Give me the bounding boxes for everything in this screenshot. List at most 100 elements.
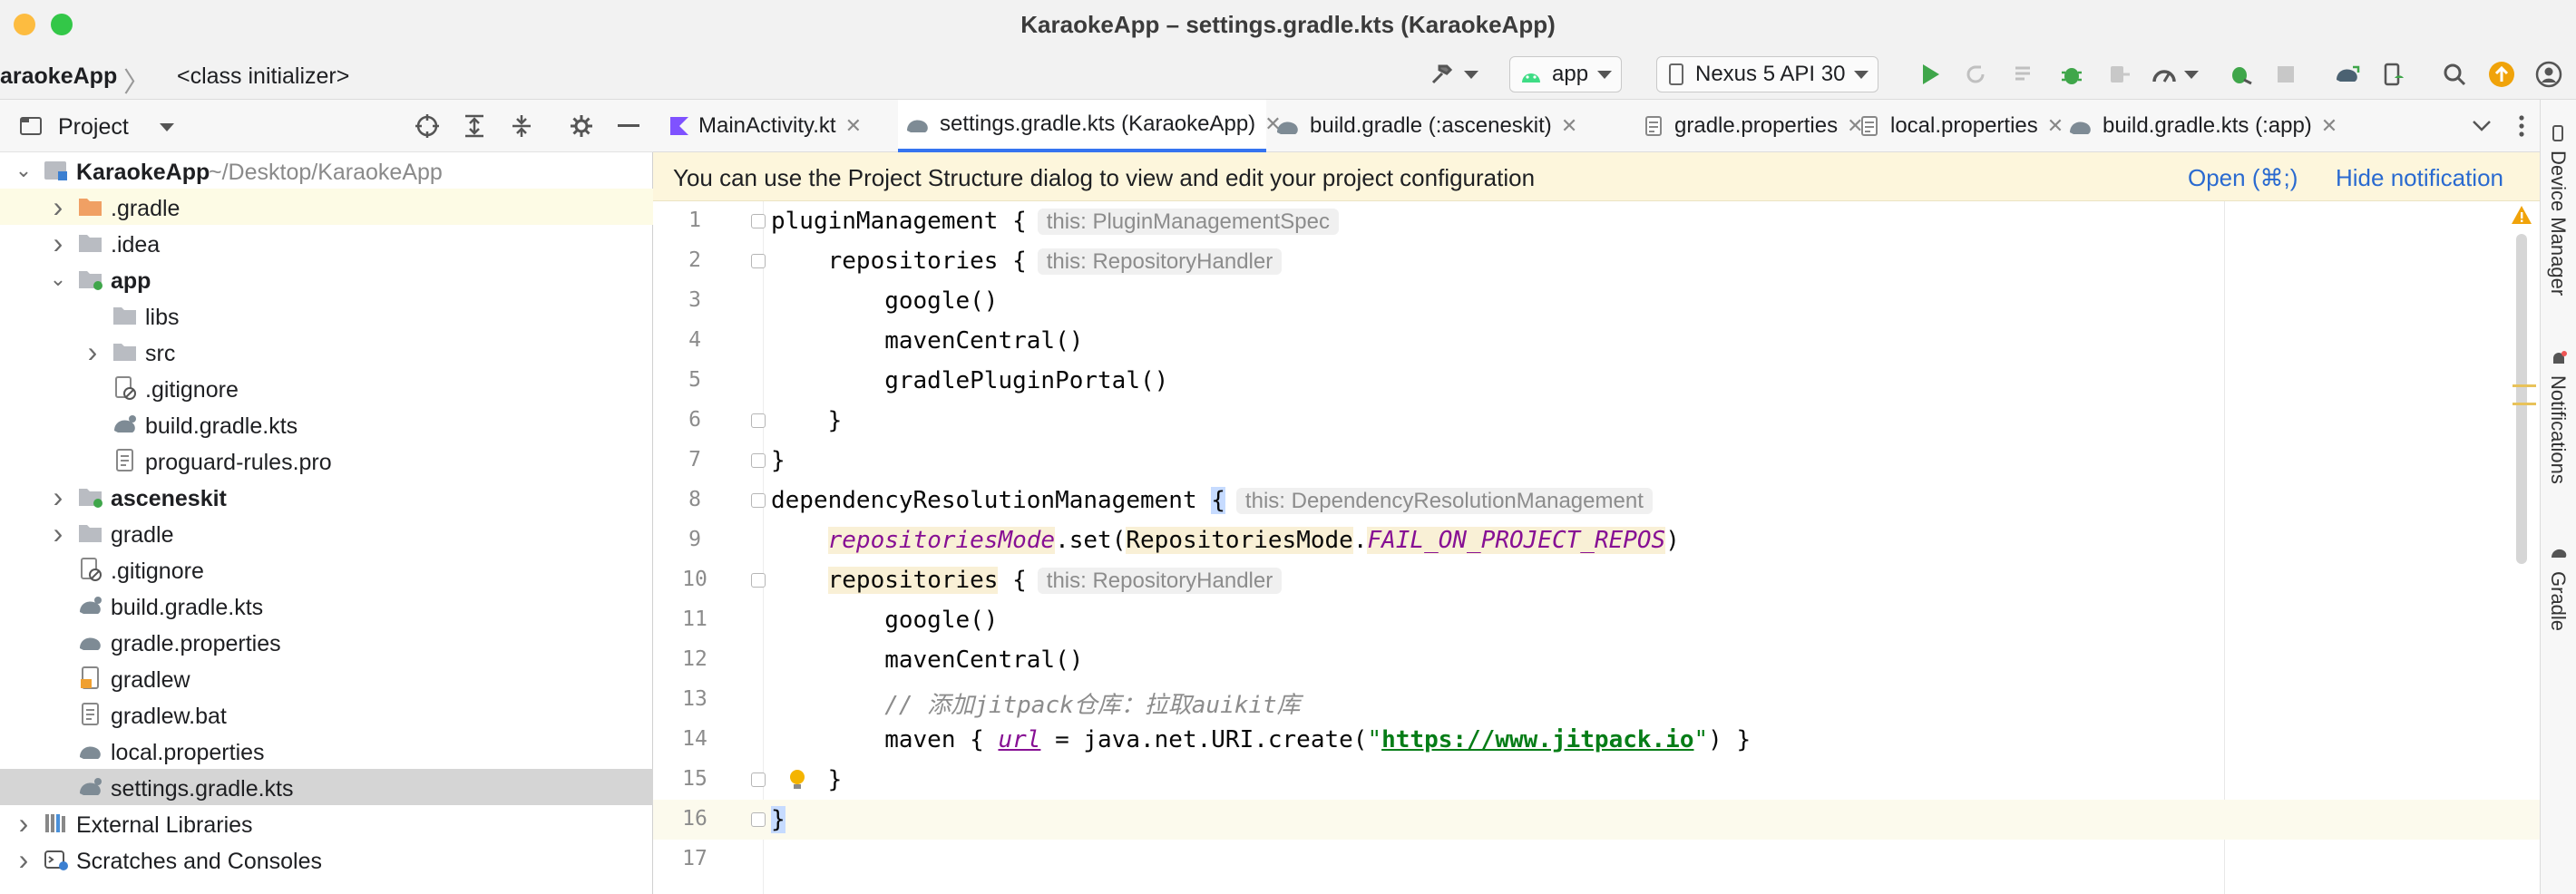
- fold-marker[interactable]: [751, 214, 766, 228]
- warning-icon[interactable]: [2511, 205, 2532, 225]
- run-config-selector[interactable]: app: [1509, 56, 1623, 92]
- code-editor[interactable]: 1 pluginManagement {this: PluginManageme…: [653, 201, 2540, 894]
- tree-item[interactable]: › src: [0, 334, 653, 370]
- chevron-right-icon[interactable]: ›: [47, 225, 69, 261]
- tree-item[interactable]: build.gradle.kts: [0, 588, 653, 624]
- gradle-file-icon: [1275, 116, 1301, 136]
- debug-attach-android-icon[interactable]: [2222, 56, 2259, 92]
- run-config-label: app: [1552, 62, 1589, 86]
- tree-item[interactable]: › .idea: [0, 225, 653, 261]
- editor-tab[interactable]: build.gradle (:asceneskit) ✕: [1268, 100, 1634, 152]
- tree-item[interactable]: ⌄ KaraokeApp ~/Desktop/KaraokeApp: [0, 152, 653, 189]
- profile-dropdown-icon[interactable]: [2181, 56, 2202, 92]
- editor-tab[interactable]: build.gradle.kts (:app) ✕: [2061, 100, 2460, 152]
- editor-tab[interactable]: MainActivity.kt ✕: [662, 100, 896, 152]
- tree-item[interactable]: local.properties: [0, 733, 653, 769]
- hide-panel-icon[interactable]: [611, 109, 646, 143]
- tree-item[interactable]: gradlew: [0, 660, 653, 696]
- close-icon[interactable]: ✕: [2321, 114, 2337, 138]
- chevron-right-icon[interactable]: ›: [47, 189, 69, 225]
- chevron-down-icon[interactable]: ⌄: [13, 152, 34, 189]
- tree-item[interactable]: › External Libraries: [0, 805, 653, 841]
- tree-item[interactable]: gradlew.bat: [0, 696, 653, 733]
- close-icon[interactable]: ✕: [1561, 114, 1577, 138]
- folder-module-icon: [78, 485, 103, 509]
- close-icon[interactable]: ✕: [845, 114, 862, 138]
- tree-item[interactable]: .gitignore: [0, 551, 653, 588]
- window-title: KaraokeApp – settings.gradle.kts (Karaok…: [1020, 11, 1556, 38]
- run-icon[interactable]: [1912, 56, 1948, 92]
- device-manager-tab[interactable]: Device Manager: [2546, 151, 2570, 296]
- breadcrumb-project[interactable]: araokeApp: [0, 63, 117, 90]
- fold-marker[interactable]: [751, 254, 766, 268]
- tree-item-label: gradlew: [111, 667, 190, 693]
- apply-changes-icon[interactable]: [1957, 56, 1994, 92]
- hide-notification-link[interactable]: Hide notification: [2336, 164, 2503, 192]
- vertical-scrollbar[interactable]: [2516, 234, 2527, 564]
- fold-marker[interactable]: [751, 453, 766, 468]
- gradle-tab[interactable]: Gradle: [2546, 571, 2570, 631]
- chevron-down-icon: [1854, 70, 1869, 79]
- chevron-right-icon[interactable]: ›: [47, 479, 69, 515]
- fold-marker[interactable]: [751, 413, 766, 428]
- project-view-selector[interactable]: Project: [58, 114, 129, 141]
- update-icon[interactable]: [2483, 56, 2520, 92]
- open-project-structure-link[interactable]: Open (⌘;): [2188, 164, 2298, 192]
- chevron-right-icon[interactable]: ›: [13, 841, 34, 878]
- gradle-sync-icon[interactable]: [2329, 56, 2366, 92]
- stop-icon[interactable]: [2268, 56, 2304, 92]
- code-line: 3 google(): [653, 281, 2540, 321]
- tree-item[interactable]: gradle.properties: [0, 624, 653, 660]
- editor-tab[interactable]: settings.gradle.kts (KaraokeApp) ✕: [898, 100, 1282, 152]
- device-manager-icon[interactable]: [2375, 56, 2411, 92]
- device-selector[interactable]: Nexus 5 API 30: [1656, 56, 1879, 92]
- debug-icon[interactable]: [2054, 56, 2090, 92]
- url-link[interactable]: https://www.jitpack.io: [1381, 726, 1693, 753]
- expand-all-icon[interactable]: [457, 109, 492, 143]
- properties-icon: [78, 739, 103, 763]
- fold-marker[interactable]: [751, 573, 766, 588]
- chevron-right-icon[interactable]: ›: [82, 334, 103, 370]
- tree-item[interactable]: build.gradle.kts: [0, 406, 653, 442]
- build-hammer-icon[interactable]: [1424, 56, 1460, 92]
- scroll-marker[interactable]: [2513, 403, 2536, 405]
- chevron-right-icon[interactable]: ›: [13, 805, 34, 841]
- fold-marker[interactable]: [751, 493, 766, 508]
- attach-debugger-icon[interactable]: [2101, 56, 2137, 92]
- chevron-down-icon[interactable]: [2464, 108, 2500, 144]
- tree-item[interactable]: › asceneskit: [0, 479, 653, 515]
- apply-code-changes-icon[interactable]: [2006, 56, 2043, 92]
- more-options-icon[interactable]: [2503, 108, 2540, 144]
- gear-icon[interactable]: [564, 109, 599, 143]
- account-icon[interactable]: [2531, 56, 2567, 92]
- folder-orange-icon: [78, 195, 103, 219]
- breadcrumb-item[interactable]: <class initializer>: [177, 63, 349, 90]
- chevron-down-icon[interactable]: ⌄: [47, 261, 69, 297]
- line-number: 5: [688, 368, 701, 392]
- collapse-all-icon[interactable]: [504, 109, 539, 143]
- tree-item[interactable]: libs: [0, 297, 653, 334]
- editor-tab[interactable]: local.properties ✕: [1852, 100, 2064, 152]
- fold-marker[interactable]: [751, 773, 766, 787]
- chevron-right-icon[interactable]: ›: [47, 515, 69, 551]
- chevron-down-icon[interactable]: [160, 123, 174, 131]
- fold-marker[interactable]: [751, 812, 766, 827]
- tree-item[interactable]: proguard-rules.pro: [0, 442, 653, 479]
- tree-item[interactable]: ⌄ app: [0, 261, 653, 297]
- folder-module-icon: [78, 267, 103, 291]
- tree-item[interactable]: settings.gradle.kts: [0, 769, 653, 805]
- search-icon[interactable]: [2436, 56, 2473, 92]
- select-opened-file-icon[interactable]: [410, 109, 444, 143]
- tree-item[interactable]: › gradle: [0, 515, 653, 551]
- profile-icon[interactable]: [2146, 56, 2182, 92]
- code-token: RepositoriesMode: [1126, 527, 1353, 554]
- build-dropdown-icon[interactable]: [1460, 56, 1482, 92]
- editor-tab[interactable]: gradle.properties ✕: [1636, 100, 1864, 152]
- chevron-down-icon: [1597, 70, 1613, 79]
- tree-item[interactable]: › .gradle: [0, 189, 653, 225]
- tree-item[interactable]: .gitignore: [0, 370, 653, 406]
- notifications-tab[interactable]: Notifications: [2546, 375, 2570, 484]
- scroll-marker[interactable]: [2513, 384, 2536, 387]
- tree-item[interactable]: › Scratches and Consoles: [0, 841, 653, 878]
- file-icon: [78, 703, 103, 726]
